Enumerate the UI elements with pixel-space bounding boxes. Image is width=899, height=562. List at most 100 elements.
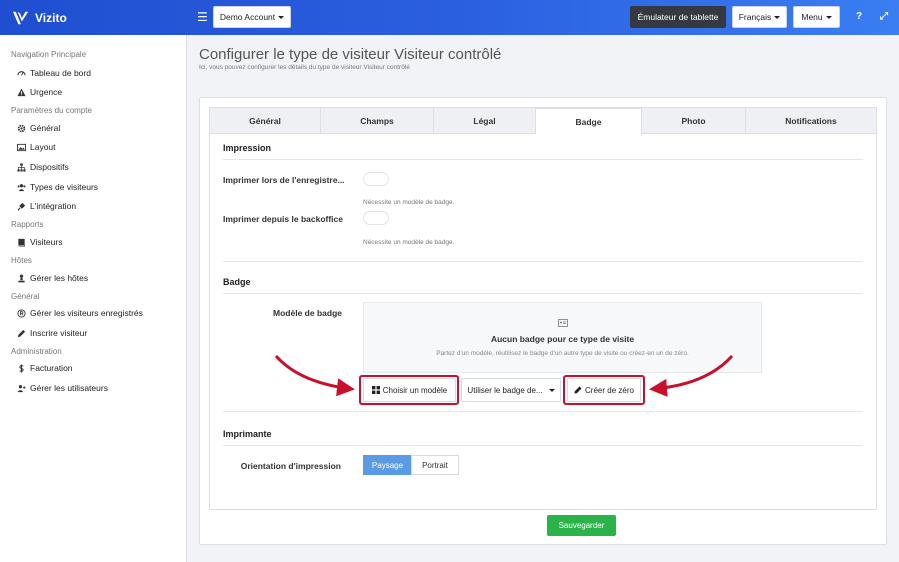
badge-empty-title: Aucun badge pour ce type de visite (490, 334, 635, 344)
sidebar-item-label: Visiteurs (30, 237, 63, 247)
menu-label: Menu (801, 12, 823, 22)
section-heading-impression: Impression (223, 143, 272, 153)
sidebar-item-label: Gérer les visiteurs enregistrés (30, 308, 143, 318)
page-subtitle: Ici, vous pouvez configurer les détails … (199, 64, 410, 71)
print-on-register-help: Nécessite un modèle de badge. (363, 199, 455, 206)
app-name: Vizito (35, 11, 67, 25)
badge-model-label: Modèle de badge (273, 308, 342, 318)
print-from-backoffice-help: Nécessite un modèle de badge. (363, 239, 455, 246)
sidebar-section-title: Général (11, 292, 40, 301)
sitemap-icon (16, 162, 26, 172)
sidebar-item-register-visitor[interactable]: Inscrire visiteur (16, 326, 87, 340)
sidebar-item-label: Tableau de bord (30, 68, 91, 78)
sidebar-item-integration[interactable]: L'intégration (16, 199, 76, 213)
badge-empty-subtitle: Partez d'un modèle, réutilisez le badge … (436, 350, 689, 357)
image-icon (16, 142, 26, 152)
dashboard-icon (16, 68, 26, 78)
save-button[interactable]: Sauvegarder (547, 515, 616, 536)
sidebar-item-label: Gérer les utilisateurs (30, 383, 108, 393)
section-heading-printer: Imprimante (223, 429, 272, 439)
host-icon (16, 273, 26, 283)
users-icon (16, 182, 26, 192)
vizito-logo-icon (13, 11, 29, 25)
id-card-icon (558, 319, 568, 327)
app-logo[interactable]: Vizito (12, 9, 67, 27)
section-heading-badge: Badge (223, 277, 251, 287)
use-badge-of-dropdown[interactable]: Utiliser le badge de... (461, 378, 561, 402)
sidebar-item-label: Facturation (30, 363, 73, 373)
page-title: Configurer le type de visiteur Visiteur … (199, 46, 502, 63)
tab-legal[interactable]: Légal (434, 108, 536, 134)
sidebar-item-hosts[interactable]: Gérer les hôtes (16, 271, 88, 285)
divider (223, 293, 863, 294)
caret-down-icon (548, 388, 555, 392)
divider (223, 411, 863, 412)
sidebar-item-registered-visitors[interactable]: Gérer les visiteurs enregistrés (16, 306, 143, 320)
print-from-backoffice-label: Imprimer depuis le backoffice (223, 214, 343, 224)
sidebar-section-title: Navigation Principale (11, 50, 87, 59)
tab-badge[interactable]: Badge (536, 108, 642, 135)
sidebar-item-emergency[interactable]: Urgence (16, 85, 62, 99)
sidebar-item-label: Urgence (30, 87, 63, 97)
use-badge-of-label: Utiliser le badge de... (467, 385, 543, 395)
top-navbar: Vizito ☰ Demo Account Émulateur de table… (0, 0, 899, 35)
sidebar-item-billing[interactable]: Facturation (16, 361, 73, 375)
highlight-box-choose-template (359, 375, 459, 405)
user-plus-icon (16, 383, 26, 393)
sidebar-item-label: Types de visiteurs (30, 182, 99, 192)
sidebar-item-general[interactable]: Général (16, 121, 60, 135)
sidebar-item-visitors[interactable]: Visiteurs (16, 235, 62, 249)
print-from-backoffice-toggle[interactable] (363, 211, 389, 225)
tab-photo[interactable]: Photo (642, 108, 746, 134)
sidebar-item-layout[interactable]: Layout (16, 140, 56, 154)
tab-notifications[interactable]: Notifications (746, 108, 876, 134)
sidebar-item-label: Layout (30, 142, 56, 152)
sidebar-section-title: Hôtes (11, 256, 32, 265)
tab-general[interactable]: Général (210, 108, 321, 134)
pencil-icon (16, 328, 26, 338)
sidebar-item-label: Dispositifs (30, 162, 69, 172)
tab-bar: Général Champs Légal Badge Photo Notific… (210, 108, 876, 135)
language-label: Français (738, 12, 772, 22)
sidebar-section-title: Paramètres du compte (11, 106, 92, 115)
sidebar-item-devices[interactable]: Dispositifs (16, 160, 69, 174)
language-dropdown[interactable]: Français (732, 6, 787, 28)
expand-icon[interactable]: ⤢ (880, 11, 888, 23)
sidebar-item-manage-users[interactable]: Gérer les utilisateurs (16, 381, 108, 395)
orientation-portrait-option[interactable]: Portrait (411, 455, 459, 475)
tablet-emulator-button[interactable]: Émulateur de tablette (630, 6, 726, 28)
sidebar-item-label: Général (30, 123, 61, 133)
sidebar-item-visitor-types[interactable]: Types de visiteurs (16, 180, 98, 194)
print-on-register-toggle[interactable] (363, 172, 389, 186)
orientation-landscape-option[interactable]: Paysage (363, 455, 412, 475)
help-icon[interactable]: ? (856, 11, 862, 23)
caret-down-icon (825, 15, 832, 19)
orientation-label: Orientation d'impression (240, 461, 341, 471)
caret-down-icon (774, 15, 781, 19)
divider (223, 261, 863, 262)
sidebar-item-label: Gérer les hôtes (30, 273, 89, 283)
badge-empty-state: Aucun badge pour ce type de visite Parte… (363, 302, 762, 373)
plug-icon (16, 201, 26, 211)
highlight-box-create-from-scratch (563, 375, 645, 405)
gear-icon (16, 123, 26, 133)
book-icon (16, 237, 26, 247)
warning-icon (16, 87, 26, 97)
divider (223, 159, 863, 160)
registered-icon (16, 308, 26, 318)
tab-fields[interactable]: Champs (321, 108, 434, 134)
sidebar-item-dashboard[interactable]: Tableau de bord (16, 66, 91, 80)
sidebar-item-label: L'intégration (30, 201, 77, 211)
dollar-icon (16, 363, 26, 373)
print-on-register-label: Imprimer lors de l'enregistre... (223, 175, 345, 185)
account-label: Demo Account (219, 12, 276, 22)
account-dropdown[interactable]: Demo Account (213, 6, 291, 28)
sidebar-section-title: Rapports (11, 220, 44, 229)
sidebar-item-label: Inscrire visiteur (30, 328, 88, 338)
menu-dropdown[interactable]: Menu (793, 6, 840, 28)
divider (223, 445, 863, 446)
sidebar-section-title: Administration (11, 347, 62, 356)
hamburger-icon[interactable]: ☰ (197, 11, 208, 23)
tablet-emulator-label: Émulateur de tablette (637, 12, 719, 22)
caret-down-icon (278, 15, 285, 19)
